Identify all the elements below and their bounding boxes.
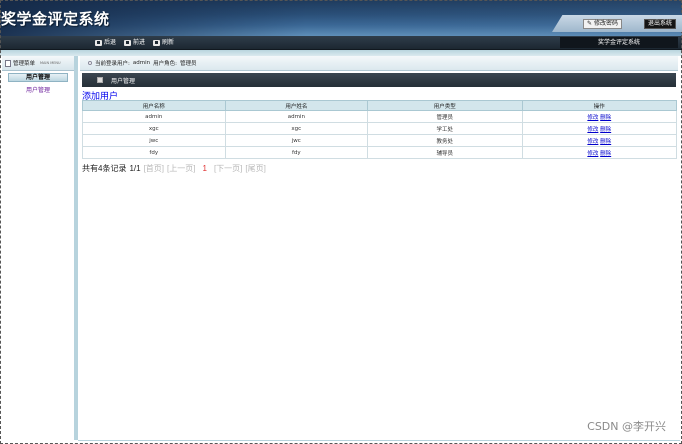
delete-link[interactable]: 删除 <box>600 151 611 157</box>
pagination: 共有4条记录 1/1 [首页] [上一页] 1 [下一页] [尾页] <box>82 163 266 174</box>
section-title: 用户管理 <box>111 77 136 85</box>
app-title: 奖学金评定系统 <box>1 10 110 28</box>
sidebar-group-user-management[interactable]: 用户管理 <box>8 73 68 82</box>
pencil-icon: ✎ <box>586 20 592 27</box>
cell-name: admin <box>224 110 369 123</box>
menu-icon <box>5 59 11 67</box>
user-icon <box>88 61 92 65</box>
column-header: 用户姓名 <box>224 100 369 111</box>
cell-username: jwc <box>82 134 226 147</box>
table-row: xgc xgc 学工处 修改 删除 <box>82 122 678 135</box>
cell-username: admin <box>82 110 226 123</box>
first-page-link[interactable]: [首页] <box>144 163 164 174</box>
delete-link[interactable]: 删除 <box>600 127 611 133</box>
logout-button[interactable]: 退出系统 <box>643 19 676 29</box>
cell-actions: 修改 删除 <box>521 110 678 123</box>
current-user-name: admin <box>132 60 151 66</box>
edit-link[interactable]: 修改 <box>587 139 598 145</box>
refresh-icon <box>153 40 161 46</box>
cell-type: 教务处 <box>367 134 523 147</box>
next-page-link[interactable]: [下一页] <box>214 163 242 174</box>
sidebar-item-user-management[interactable]: 用户管理 <box>2 85 74 94</box>
table-header-row: 用户名称 用户姓名 用户类型 操作 <box>82 100 678 111</box>
change-password-button[interactable]: ✎ 修改密码 <box>582 19 622 29</box>
cell-name: xgc <box>224 122 369 135</box>
column-header: 操作 <box>521 100 678 111</box>
section-icon <box>97 77 103 83</box>
cell-type: 管理员 <box>367 110 523 123</box>
page-indicator: 1/1 <box>129 164 141 173</box>
table-row: jwc jwc 教务处 修改 删除 <box>82 134 678 147</box>
last-page-link[interactable]: [尾页] <box>245 163 265 174</box>
cell-username: xgc <box>82 122 226 135</box>
nav-refresh-button[interactable]: 刷新 <box>153 38 174 48</box>
cell-username: fdy <box>82 146 226 159</box>
main-content: 当前登录用户: admin 用户角色: 管理员 用户管理 添加用户 用户名称 用… <box>80 56 678 440</box>
cell-actions: 修改 删除 <box>521 122 678 135</box>
app-header: 奖学金评定系统 ✎ 修改密码 退出系统 <box>0 0 682 36</box>
current-user-bar: 当前登录用户: admin 用户角色: 管理员 <box>80 56 678 71</box>
nav-back-button[interactable]: 后退 <box>95 38 116 48</box>
sidebar-header: 管理菜单 MAIN MENU <box>2 56 74 71</box>
column-header: 用户名称 <box>82 100 226 111</box>
table-row: admin admin 管理员 修改 删除 <box>82 110 678 123</box>
edit-link[interactable]: 修改 <box>587 115 598 121</box>
system-name-label: 奖学金评定系统 <box>560 37 678 48</box>
back-icon <box>95 40 102 46</box>
nav-forward-button[interactable]: 前进 <box>124 38 145 48</box>
cell-actions: 修改 删除 <box>521 134 678 147</box>
current-page: 1 <box>202 164 207 173</box>
delete-link[interactable]: 删除 <box>600 139 611 145</box>
cell-name: fdy <box>224 146 369 159</box>
cell-name: jwc <box>224 134 369 147</box>
edit-link[interactable]: 修改 <box>587 151 598 157</box>
cell-type: 辅导员 <box>367 146 523 159</box>
edit-link[interactable]: 修改 <box>587 127 598 133</box>
delete-link[interactable]: 删除 <box>600 115 611 121</box>
cell-actions: 修改 删除 <box>521 146 678 159</box>
cell-type: 学工处 <box>367 122 523 135</box>
watermark: CSDN @李开兴 <box>587 420 666 433</box>
current-user-role: 管理员 <box>179 61 197 67</box>
prev-page-link[interactable]: [上一页] <box>167 163 195 174</box>
bottom-border <box>78 440 680 441</box>
nav-bar: 后退 前进 刷新 奖学金评定系统 <box>0 36 682 50</box>
table-row: fdy fdy 辅导员 修改 删除 <box>82 146 678 159</box>
sidebar: 管理菜单 MAIN MENU 用户管理 用户管理 <box>2 56 78 440</box>
user-table: 用户名称 用户姓名 用户类型 操作 admin admin 管理员 修改 删除 … <box>82 100 678 159</box>
record-count: 共有4条记录 <box>82 164 127 173</box>
forward-icon <box>124 40 132 46</box>
column-header: 用户类型 <box>367 100 523 111</box>
section-title-bar: 用户管理 <box>82 73 676 87</box>
